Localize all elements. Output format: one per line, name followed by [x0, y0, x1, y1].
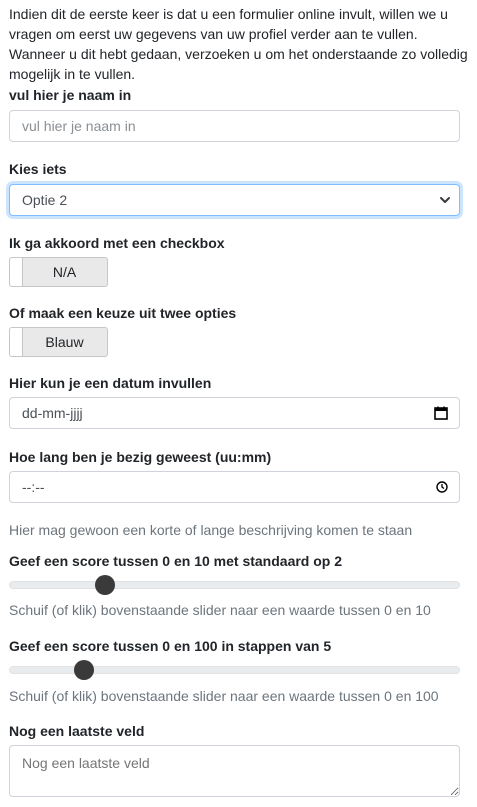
agree-toggle[interactable]: N/A	[9, 257, 108, 287]
score10-slider-thumb[interactable]	[95, 575, 116, 595]
date-input[interactable]: dd-mm-jjjj	[9, 397, 460, 429]
score100-label: Geef een score tussen 0 en 100 in stappe…	[9, 638, 332, 654]
date-placeholder: dd-mm-jjjj	[22, 405, 83, 421]
checkbox-label: Ik ga akkoord met een checkbox	[9, 235, 225, 251]
last-field-textarea[interactable]	[9, 745, 460, 797]
score100-help: Schuif (of klik) bovenstaande slider naa…	[9, 688, 439, 704]
duration-input[interactable]: --:--	[9, 471, 460, 503]
description-text: Hier mag gewoon een korte of lange besch…	[9, 522, 413, 538]
agree-toggle-value: N/A	[52, 264, 77, 280]
chevron-down-icon	[440, 197, 450, 203]
last-field-label: Nog een laatste veld	[9, 723, 145, 739]
score10-label: Geef een score tussen 0 en 10 met standa…	[9, 553, 343, 569]
intro-text: Indien dit de eerste keer is dat u een f…	[9, 4, 471, 84]
score100-slider-thumb[interactable]	[73, 660, 94, 680]
color-toggle-value: Blauw	[45, 334, 84, 350]
toggle-knob	[10, 258, 23, 286]
calendar-icon[interactable]	[434, 406, 448, 420]
score10-slider[interactable]	[9, 581, 460, 589]
name-label: vul hier je naam in	[9, 87, 132, 103]
choice-selected-value: Optie 2	[22, 192, 68, 208]
score10-help: Schuif (of klik) bovenstaande slider naa…	[9, 602, 431, 618]
date-label: Hier kun je een datum invullen	[9, 375, 212, 391]
color-toggle[interactable]: Blauw	[9, 327, 108, 357]
duration-placeholder: --:--	[22, 479, 45, 495]
name-placeholder: vul hier je naam in	[22, 118, 136, 134]
name-input[interactable]: vul hier je naam in	[9, 110, 460, 142]
profile-link[interactable]: profiel	[249, 26, 287, 42]
two-options-label: Of maak een keuze uit twee opties	[9, 305, 237, 321]
duration-label: Hoe lang ben je bezig geweest (uu:mm)	[9, 449, 272, 465]
choice-label: Kies iets	[9, 161, 67, 177]
clock-icon[interactable]	[436, 481, 448, 493]
choice-select[interactable]: Optie 2	[9, 184, 460, 216]
toggle-knob	[10, 328, 23, 356]
